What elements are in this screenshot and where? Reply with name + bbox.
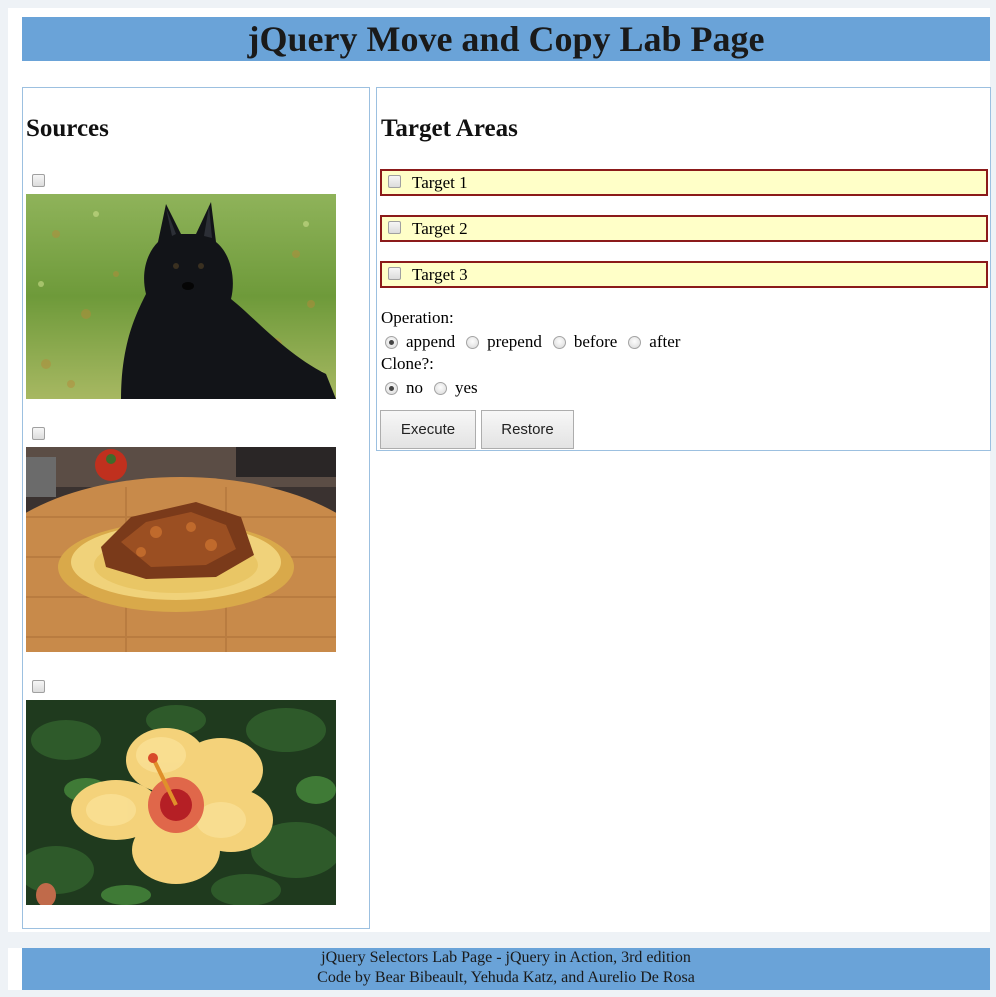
window-frame-top xyxy=(0,0,996,8)
window-frame-left xyxy=(0,0,8,997)
operation-radio-group: append prepend before after xyxy=(385,332,691,352)
window-frame-bottom xyxy=(0,990,996,997)
sources-heading: Sources xyxy=(26,115,109,142)
target-3-checkbox[interactable] xyxy=(388,267,401,280)
target-1-label: Target 1 xyxy=(412,173,468,192)
target-area-1[interactable]: Target 1 xyxy=(380,169,988,196)
operation-prepend-radio[interactable] xyxy=(466,335,480,349)
execute-button[interactable]: Execute xyxy=(380,410,476,449)
operation-prepend-label: prepend xyxy=(487,332,542,351)
source-checkbox-3[interactable] xyxy=(32,680,45,693)
clone-yes-label: yes xyxy=(455,378,478,397)
clone-yes-radio[interactable] xyxy=(434,381,447,395)
operation-label: Operation: xyxy=(381,308,454,327)
target-2-label: Target 2 xyxy=(412,219,468,238)
operation-append-label: append xyxy=(406,332,456,351)
operation-after-label: after xyxy=(649,332,681,351)
clone-label: Clone?: xyxy=(381,354,434,373)
footer-line-2: Code by Bear Bibeault, Yehuda Katz, and … xyxy=(317,969,695,986)
target-1-checkbox[interactable] xyxy=(388,175,401,188)
target-3-label: Target 3 xyxy=(412,265,468,284)
sources-panel: Sources xyxy=(22,87,370,929)
target-2-checkbox[interactable] xyxy=(388,221,401,234)
clone-no-radio[interactable] xyxy=(385,381,398,395)
target-areas-heading: Target Areas xyxy=(381,115,518,142)
page-footer: jQuery Selectors Lab Page - jQuery in Ac… xyxy=(22,948,990,990)
source-checkbox-1[interactable] xyxy=(32,174,45,187)
footer-line-1: jQuery Selectors Lab Page - jQuery in Ac… xyxy=(321,949,691,966)
window-gap xyxy=(8,932,996,948)
target-area-3[interactable]: Target 3 xyxy=(380,261,988,288)
target-areas-panel: Target Areas Target 1 Target 2 Target 3 … xyxy=(376,87,991,451)
page-title: jQuery Move and Copy Lab Page xyxy=(22,17,990,61)
clone-no-label: no xyxy=(406,378,423,397)
restore-button[interactable]: Restore xyxy=(481,410,574,449)
source-checkbox-2[interactable] xyxy=(32,427,45,440)
clone-radio-group: no yes xyxy=(385,378,489,398)
operation-before-radio[interactable] xyxy=(552,335,566,349)
operation-before-label: before xyxy=(573,332,618,351)
flower-photo xyxy=(26,700,336,905)
food-photo xyxy=(26,447,336,652)
operation-append-radio[interactable] xyxy=(385,335,398,349)
target-area-2[interactable]: Target 2 xyxy=(380,215,988,242)
operation-after-radio[interactable] xyxy=(628,335,642,349)
dog-photo xyxy=(26,194,336,399)
